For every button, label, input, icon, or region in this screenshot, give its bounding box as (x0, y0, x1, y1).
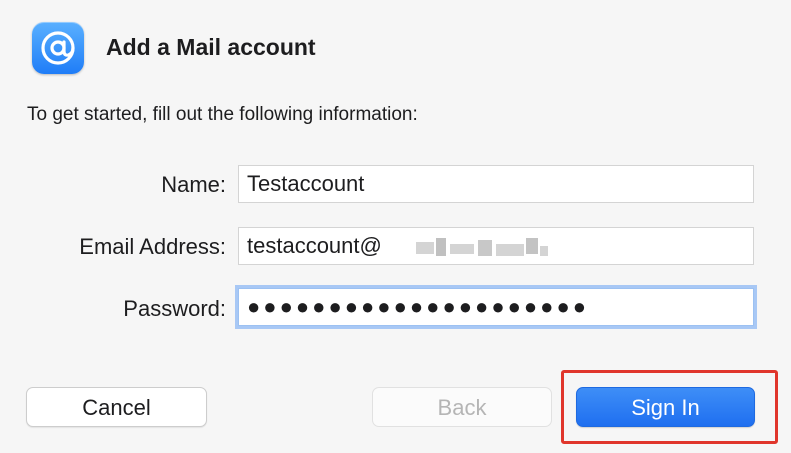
dialog-title: Add a Mail account (106, 34, 316, 60)
password-field[interactable] (238, 288, 754, 326)
name-label: Name: (161, 172, 226, 197)
back-button[interactable]: Back (372, 387, 552, 427)
at-sign-mail-icon (32, 22, 84, 74)
name-field[interactable] (238, 165, 754, 203)
add-mail-account-dialog: Add a Mail account To get started, fill … (0, 0, 791, 453)
cancel-button[interactable]: Cancel (26, 387, 207, 427)
email-label: Email Address: (79, 234, 226, 259)
at-sign-glyph (41, 31, 75, 65)
password-label: Password: (123, 296, 226, 321)
instructions-text: To get started, fill out the following i… (27, 104, 418, 125)
email-field[interactable] (238, 227, 754, 265)
sign-in-button[interactable]: Sign In (576, 387, 755, 427)
